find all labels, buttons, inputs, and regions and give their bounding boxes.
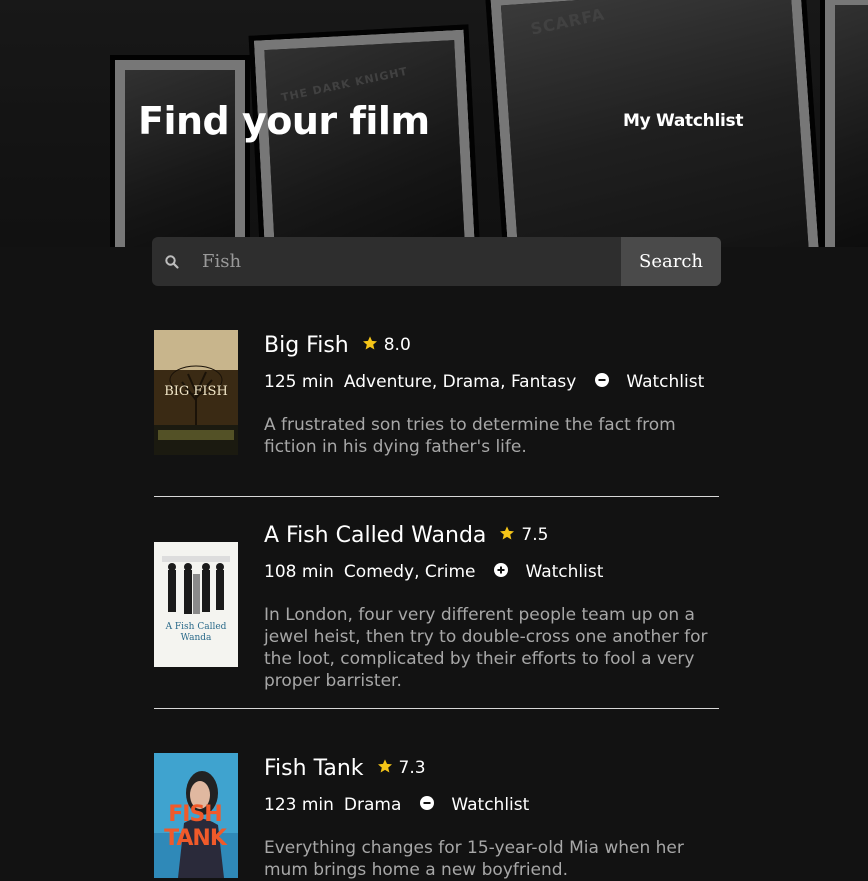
- watchlist-toggle-button[interactable]: Watchlist: [595, 372, 704, 392]
- film-description: In London, four very different people te…: [264, 605, 708, 691]
- film-genres: Comedy, Crime: [343, 562, 476, 582]
- film-title[interactable]: Big Fish: [264, 333, 349, 358]
- poster-title-text: FISH TANK: [164, 802, 227, 851]
- film-rating: 7.3: [398, 758, 426, 778]
- search-button[interactable]: Search: [621, 237, 721, 286]
- minus-circle-icon: [595, 372, 610, 392]
- watchlist-label: Watchlist: [626, 372, 705, 392]
- film-title[interactable]: Fish Tank: [264, 756, 364, 781]
- poster-title-text: BIG FISH: [164, 384, 228, 399]
- watchlist-toggle-button[interactable]: Watchlist: [494, 562, 603, 582]
- poster-title-text: A Fish Called Wanda: [165, 622, 227, 643]
- watchlist-label: Watchlist: [451, 795, 530, 815]
- film-rating: 8.0: [383, 335, 411, 355]
- film-poster[interactable]: FISH TANK: [154, 753, 238, 878]
- search-input[interactable]: [192, 237, 621, 286]
- star-icon: [362, 335, 378, 355]
- film-rating: 7.5: [521, 525, 549, 545]
- film-poster[interactable]: A Fish Called Wanda: [154, 542, 238, 667]
- divider: [154, 708, 719, 709]
- film-title[interactable]: A Fish Called Wanda: [264, 523, 486, 548]
- star-icon: [377, 758, 393, 778]
- watchlist-toggle-button[interactable]: Watchlist: [420, 795, 529, 815]
- page-title: Find your film: [138, 99, 430, 143]
- watchlist-label: Watchlist: [525, 562, 604, 582]
- film-poster[interactable]: BIG FISH: [154, 330, 238, 455]
- divider: [154, 496, 719, 497]
- my-watchlist-link[interactable]: My Watchlist: [623, 111, 743, 131]
- search-icon: [152, 237, 192, 286]
- film-description: Everything changes for 15-year-old Mia w…: [264, 838, 684, 880]
- minus-circle-icon: [420, 795, 435, 815]
- film-genres: Adventure, Drama, Fantasy: [343, 372, 577, 392]
- film-runtime: 125 min: [264, 372, 334, 392]
- film-description: A frustrated son tries to determine the …: [264, 415, 676, 457]
- star-icon: [499, 525, 515, 545]
- plus-circle-icon: [494, 562, 509, 582]
- film-runtime: 123 min: [264, 795, 334, 815]
- film-genres: Drama: [343, 795, 402, 815]
- search-bar: Search: [152, 237, 721, 286]
- film-runtime: 108 min: [264, 562, 334, 582]
